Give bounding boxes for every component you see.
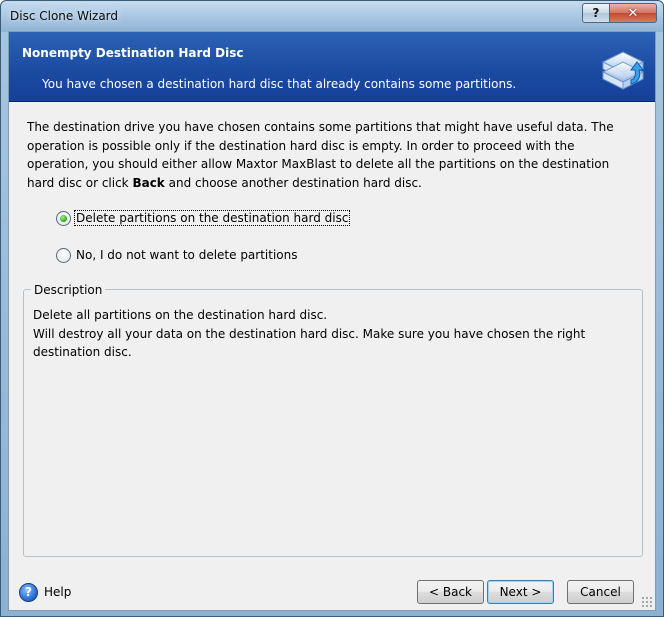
radio-checked-icon[interactable] — [56, 210, 71, 226]
next-button[interactable]: Next > — [487, 580, 554, 604]
description-line-1: Delete all partitions on the destination… — [33, 308, 328, 322]
disc-clone-icon — [601, 51, 645, 90]
description-line-2: Will destroy all your data on the destin… — [33, 326, 586, 360]
window-title: Disc Clone Wizard — [10, 9, 119, 23]
question-mark-icon: ? — [592, 6, 600, 20]
close-button[interactable]: ✕ — [609, 3, 657, 23]
intro-text-end: and choose another destination hard disc… — [164, 175, 422, 190]
delete-partitions-option[interactable]: Delete partitions on the destination har… — [56, 209, 351, 227]
wizard-header: Nonempty Destination Hard Disc You have … — [9, 32, 655, 102]
description-text: Delete all partitions on the destination… — [33, 306, 637, 362]
cancel-button[interactable]: Cancel — [567, 580, 634, 604]
page-title: Nonempty Destination Hard Disc — [22, 46, 244, 60]
wizard-window: Disc Clone Wizard ? ✕ Nonempty Destinati… — [0, 0, 664, 617]
description-legend: Description — [31, 283, 106, 297]
close-icon: ✕ — [627, 5, 639, 21]
delete-partitions-label[interactable]: Delete partitions on the destination har… — [73, 210, 351, 226]
help-icon[interactable]: ? — [19, 582, 38, 602]
title-bar[interactable]: Disc Clone Wizard ? ✕ — [1, 1, 663, 32]
radio-unchecked-icon[interactable] — [56, 247, 71, 263]
intro-paragraph: The destination drive you have chosen co… — [27, 118, 639, 192]
help-label[interactable]: Help — [44, 585, 71, 599]
back-button[interactable]: < Back — [417, 580, 484, 604]
keep-partitions-label[interactable]: No, I do not want to delete partitions — [75, 248, 299, 262]
titlebar-help-button[interactable]: ? — [582, 3, 610, 23]
resize-grip[interactable] — [641, 596, 653, 608]
wizard-client-area: Nonempty Destination Hard Disc You have … — [8, 31, 656, 611]
keep-partitions-option[interactable]: No, I do not want to delete partitions — [56, 246, 299, 264]
page-subtitle: You have chosen a destination hard disc … — [42, 77, 517, 91]
help-link[interactable]: ? Help — [19, 582, 71, 602]
intro-back-word: Back — [132, 175, 165, 190]
